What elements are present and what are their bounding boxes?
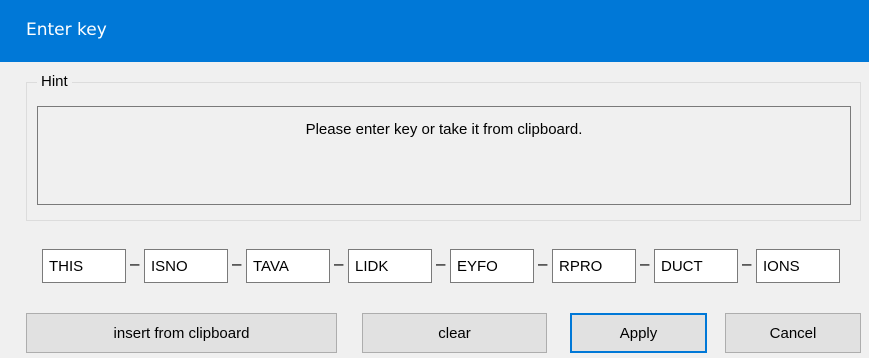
key-separator: – bbox=[742, 254, 752, 273]
key-separator: – bbox=[130, 254, 140, 273]
key-segment-7[interactable] bbox=[654, 249, 738, 283]
key-segment-3[interactable] bbox=[246, 249, 330, 283]
key-segment-5[interactable] bbox=[450, 249, 534, 283]
window-title: Enter key bbox=[26, 20, 107, 40]
hint-group-label: Hint bbox=[37, 73, 72, 90]
key-separator: – bbox=[436, 254, 446, 273]
enter-key-dialog: Enter key Hint Please enter key or take … bbox=[0, 0, 869, 358]
key-separator: – bbox=[640, 254, 650, 273]
insert-from-clipboard-button[interactable]: insert from clipboard bbox=[26, 313, 337, 353]
key-segment-1[interactable] bbox=[42, 249, 126, 283]
key-separator: – bbox=[538, 254, 548, 273]
title-bar[interactable]: Enter key bbox=[0, 0, 869, 62]
key-separator: – bbox=[334, 254, 344, 273]
key-separator: – bbox=[232, 254, 242, 273]
key-segment-2[interactable] bbox=[144, 249, 228, 283]
key-segment-4[interactable] bbox=[348, 249, 432, 283]
apply-button[interactable]: Apply bbox=[570, 313, 707, 353]
key-segment-6[interactable] bbox=[552, 249, 636, 283]
key-segment-8[interactable] bbox=[756, 249, 840, 283]
cancel-button[interactable]: Cancel bbox=[725, 313, 861, 353]
hint-text: Please enter key or take it from clipboa… bbox=[305, 121, 583, 138]
clear-button[interactable]: clear bbox=[362, 313, 547, 353]
hint-box: Please enter key or take it from clipboa… bbox=[37, 106, 851, 205]
